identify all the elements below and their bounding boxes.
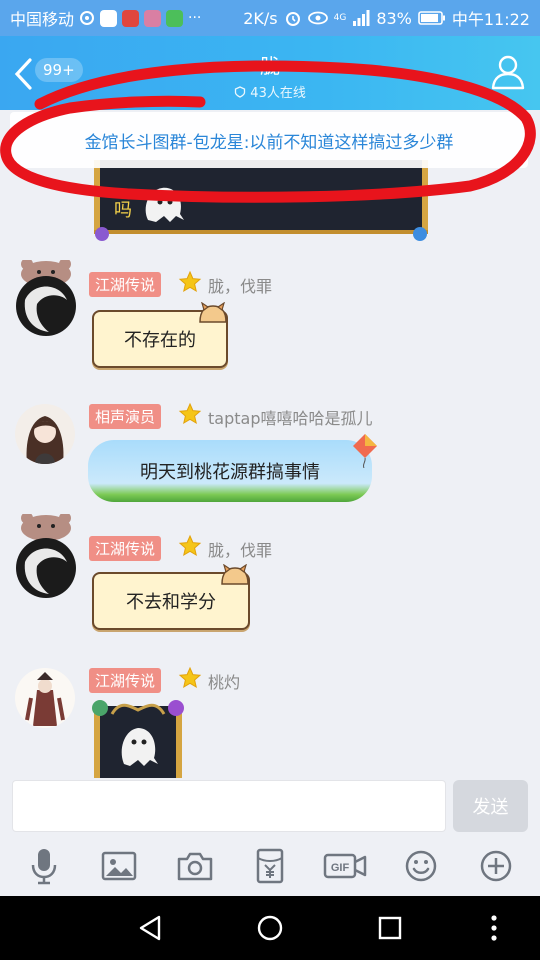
composer-toolbar: GIF	[0, 842, 540, 890]
message-bubble[interactable]: 明天到桃花源群搞事情	[88, 440, 372, 502]
star-icon	[178, 402, 202, 425]
alarm-icon	[285, 12, 300, 26]
network-speed: 2K/s	[243, 8, 278, 28]
message-text: 不去和学分	[126, 592, 216, 613]
star-icon	[178, 270, 202, 293]
star-icon	[178, 534, 202, 557]
chat-header: 99+ 胧 43人在线	[0, 36, 540, 110]
rank-badge: 江湖传说	[89, 536, 162, 561]
message-text: 明天到桃花源群搞事情	[140, 462, 320, 483]
battery-icon	[418, 11, 445, 25]
play-app-icon	[166, 9, 184, 27]
kite-icon	[353, 434, 377, 468]
eye-icon	[307, 11, 328, 25]
sender-name[interactable]: taptap嘻嘻哈哈是孤儿	[208, 405, 372, 429]
status-bar: 中国移动 ··· 2K/s 4G 83% 中午11:22	[0, 0, 540, 36]
nav-home-button[interactable]	[254, 912, 286, 944]
message-input[interactable]	[12, 780, 446, 832]
nav-menu-button[interactable]	[478, 912, 510, 944]
star-icon	[178, 666, 202, 689]
sender-name[interactable]: 胧，伐罪	[208, 273, 272, 297]
composer: 发送 GIF	[0, 778, 540, 896]
sender-name[interactable]: 桃灼	[208, 669, 240, 693]
camera-icon	[177, 852, 212, 881]
network-type-label: 4G	[333, 13, 347, 23]
carrier-label: 中国移动	[10, 10, 75, 29]
battery-percent: 83%	[376, 8, 412, 28]
plus-icon	[480, 850, 512, 882]
avatar-app-icon	[144, 9, 162, 27]
person-icon	[491, 55, 525, 90]
clock: 中午11:22	[451, 10, 530, 29]
rank-badge: 相声演员	[89, 404, 162, 429]
voice-button[interactable]	[22, 844, 66, 888]
announcement-text: 金馆长斗图群-包龙星:以前不知道这样搞过多少群	[84, 132, 454, 153]
avatar[interactable]	[15, 512, 77, 600]
avatar[interactable]	[15, 258, 77, 336]
gif-label: GIF	[331, 862, 350, 874]
online-status: 43人在线	[0, 82, 540, 101]
circle-home-icon	[257, 915, 283, 941]
red-packet-button[interactable]	[248, 844, 292, 888]
sender-name[interactable]: 胧，伐罪	[208, 537, 272, 561]
vertical-dots-icon	[491, 915, 497, 941]
gif-icon: GIF	[324, 853, 367, 879]
avatar[interactable]	[15, 404, 75, 464]
ghost-sticker	[92, 700, 184, 778]
gif-button[interactable]: GIF	[323, 844, 367, 888]
group-title: 胧	[260, 54, 280, 78]
nav-back-button[interactable]	[134, 912, 166, 944]
cat-sticker-icon	[199, 302, 227, 323]
emoji-button[interactable]	[399, 844, 443, 888]
ghost-sticker-message[interactable]	[90, 698, 186, 778]
message-text: 不存在的	[124, 330, 196, 351]
video-app-icon	[100, 9, 118, 27]
system-nav-bar	[0, 896, 540, 960]
sticker-caption: 吗	[114, 200, 132, 221]
message-list[interactable]: 吗 江湖传说 胧，伐罪 不存在的 相声演员 taptap嘻嘻哈哈是孤儿 明天到桃…	[0, 110, 540, 778]
emoji-icon	[405, 850, 437, 882]
image-button[interactable]	[97, 844, 141, 888]
group-profile-button[interactable]	[488, 52, 528, 92]
sticker-message-partial[interactable]: 吗	[90, 160, 432, 242]
news-app-icon	[122, 9, 140, 27]
camera-button[interactable]	[173, 844, 217, 888]
send-button[interactable]: 发送	[453, 780, 528, 832]
square-recents-icon	[378, 916, 402, 940]
signal-icon	[353, 10, 370, 26]
avatar[interactable]	[15, 668, 75, 728]
cat-sticker-icon	[221, 564, 249, 585]
red-packet-icon	[256, 848, 284, 884]
game-frame-sticker	[94, 160, 428, 241]
sync-icon	[80, 11, 95, 25]
triangle-back-icon	[139, 915, 161, 941]
more-button[interactable]	[474, 844, 518, 888]
shield-icon	[235, 86, 246, 98]
nav-recents-button[interactable]	[374, 912, 406, 944]
rank-badge: 江湖传说	[89, 668, 162, 693]
image-icon	[101, 851, 137, 881]
online-count: 43人在线	[250, 86, 306, 101]
rank-badge: 江湖传说	[89, 272, 162, 297]
microphone-icon	[31, 849, 56, 885]
group-announcement-banner[interactable]: 金馆长斗图群-包龙星:以前不知道这样搞过多少群	[10, 112, 528, 168]
more-notifications-icon: ···	[188, 10, 202, 26]
